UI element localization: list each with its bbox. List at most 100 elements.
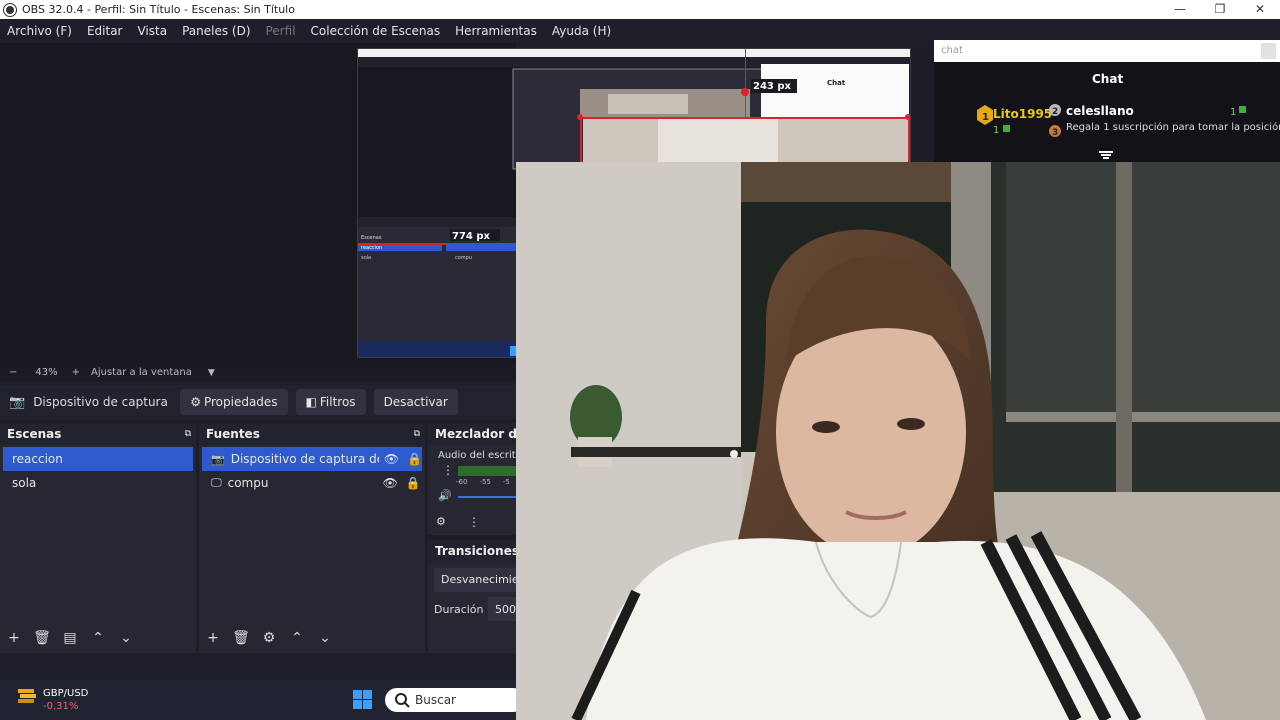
duration-input[interactable]: 500 — [488, 597, 516, 621]
source-settings-icon[interactable]: ⚙ — [255, 630, 283, 646]
tick-label: -5 — [502, 478, 510, 486]
minimize-button[interactable]: — — [1160, 0, 1200, 19]
mixer-title: Mezclador de a — [428, 423, 516, 445]
speaker-icon[interactable]: 🔊 — [438, 489, 452, 502]
source-item-compu[interactable]: 🖵 compu 👁 🔒 — [202, 471, 422, 495]
move-down-icon[interactable]: ⌄ — [112, 630, 140, 646]
chat-title: Chat — [1092, 72, 1123, 86]
lock-icon[interactable]: 🔒 — [406, 476, 421, 490]
scene-item-sola[interactable]: sola — [3, 471, 193, 495]
menu-editar[interactable]: Editar — [80, 24, 131, 38]
advanced-audio-icon[interactable]: ⚙ — [436, 515, 446, 528]
properties-button[interactable]: ⚙ Propiedades — [180, 389, 288, 415]
transition-select[interactable]: Desvanecimien — [434, 568, 516, 592]
undock-icon[interactable]: ⧉ — [414, 429, 420, 439]
deactivate-button[interactable]: Desactivar — [373, 389, 458, 415]
add-scene-icon[interactable]: + — [0, 630, 28, 646]
undock-icon[interactable]: ⧉ — [185, 429, 191, 439]
source-toolbar: 📷 Dispositivo de captura de v ⚙ Propieda… — [0, 385, 516, 419]
zoom-value: 43% — [35, 367, 58, 378]
scenes-footer: + 🗑 ▤ ⌃ ⌄ — [0, 626, 140, 650]
sub-icon-2 — [1239, 106, 1246, 113]
filters-button[interactable]: ◧ Filtros — [295, 389, 366, 415]
scenes-title: Escenas — [7, 427, 62, 441]
lock-icon[interactable]: 🔒 — [407, 452, 422, 466]
duration-label: Duración — [434, 603, 484, 616]
filter-icon: ◧ — [305, 395, 317, 409]
sources-footer: + 🗑 ⚙ ⌃ ⌄ — [199, 626, 339, 650]
filters-label: Filtros — [319, 395, 356, 409]
top-user-count: 1 — [993, 125, 999, 136]
chat-input[interactable]: chat — [934, 40, 1280, 62]
deactivate-label: Desactivar — [383, 395, 448, 409]
status-bar — [0, 655, 516, 677]
zoom-in-button[interactable]: + — [72, 367, 80, 378]
ticker-change: -0,31% — [43, 701, 79, 712]
zoom-bar: − 43% + Ajustar a la ventana ▼ — [0, 363, 516, 382]
move-up-icon[interactable]: ⌃ — [283, 630, 311, 646]
menu-paneles[interactable]: Paneles (D) — [175, 24, 258, 38]
scene-item-reaccion[interactable]: reaccion — [3, 447, 193, 471]
menu-vista[interactable]: Vista — [130, 24, 175, 38]
chat-close-button[interactable] — [1261, 43, 1276, 59]
chat-message: Regala 1 suscripción para tomar la posic… — [1066, 121, 1280, 133]
gear-icon: ⚙ — [190, 395, 201, 409]
top-badge-number: 1 — [982, 112, 989, 123]
mixer-ticks: -60 -55 -5 — [456, 478, 510, 486]
zoom-out-button[interactable]: − — [9, 367, 17, 378]
taskbar: GBP/USD -0,31% Buscar — [0, 680, 516, 720]
move-up-icon[interactable]: ⌃ — [84, 630, 112, 646]
volume-slider[interactable] — [458, 496, 516, 498]
rank-3-number: 3 — [1052, 128, 1058, 138]
webcam-scene — [516, 162, 1280, 720]
mixer-more-icon[interactable]: ⋮ — [468, 515, 480, 529]
windows-start-icon[interactable] — [352, 690, 372, 710]
add-source-icon[interactable]: + — [199, 630, 227, 646]
level-meter — [458, 466, 516, 476]
mixer-panel: Mezclador de a Audio del escritori ⋮ -60… — [428, 423, 516, 535]
source-item-capture[interactable]: 📷 Dispositivo de captura de vide 👁 🔒 — [202, 447, 422, 471]
nested-px-label-top: 243 px — [753, 81, 792, 92]
menu-ayuda[interactable]: Ayuda (H) — [545, 24, 619, 38]
ticker-name[interactable]: GBP/USD — [43, 688, 88, 699]
scene-filters-icon[interactable]: ▤ — [56, 630, 84, 646]
menu-perfil[interactable]: Perfil — [259, 24, 304, 38]
menu-herramientas[interactable]: Herramientas — [448, 24, 545, 38]
nested-chat-title: Chat — [827, 79, 846, 87]
title-bar: OBS 32.0.4 - Perfil: Sin Título - Escena… — [0, 0, 1280, 19]
remove-scene-icon[interactable]: 🗑 — [28, 630, 56, 646]
close-button[interactable]: ✕ — [1240, 0, 1280, 19]
mixer-menu-icon[interactable]: ⋮ — [442, 463, 454, 477]
remove-source-icon[interactable]: 🗑 — [227, 630, 255, 646]
camera-icon: 📷 — [9, 394, 26, 410]
selected-source-label: Dispositivo de captura de v — [33, 395, 168, 409]
window-title: OBS 32.0.4 - Perfil: Sin Título - Escena… — [22, 3, 295, 16]
webcam-overlay — [516, 162, 1280, 720]
scenes-header: Escenas ⧉ — [0, 423, 196, 445]
zoom-fit[interactable]: Ajustar a la ventana — [91, 367, 192, 378]
sources-header: Fuentes ⧉ — [199, 423, 425, 445]
move-down-icon[interactable]: ⌄ — [311, 630, 339, 646]
rank-2-number: 2 — [1052, 107, 1058, 117]
eye-icon[interactable]: 👁 — [383, 476, 398, 490]
monitor-icon: 🖵 — [211, 476, 222, 489]
nested-px-label-side: 774 px — [452, 231, 491, 242]
zoom-dropdown-icon[interactable]: ▼ — [208, 368, 215, 378]
sub-icon — [1003, 125, 1010, 132]
sources-panel: Fuentes ⧉ 📷 Dispositivo de captura de vi… — [199, 423, 425, 653]
menu-archivo[interactable]: Archivo (F) — [0, 24, 80, 38]
camera-icon: 📷 — [211, 452, 225, 466]
tick-label: -60 — [456, 478, 468, 486]
source-label-compu: compu — [227, 476, 269, 490]
obs-logo-icon — [4, 3, 16, 16]
transitions-panel: Transiciones de Desvanecimien Duración 5… — [428, 540, 516, 653]
scenes-panel: Escenas ⧉ reaccion sola + 🗑 ▤ ⌃ ⌄ — [0, 423, 196, 653]
menu-coleccion[interactable]: Colección de Escenas — [304, 24, 449, 38]
taskbar-search[interactable]: Buscar — [415, 693, 456, 707]
eye-icon[interactable]: 👁 — [384, 452, 399, 466]
transitions-title: Transiciones de — [428, 540, 516, 562]
nested-scenes-title: Escenas — [361, 235, 382, 241]
top-user-name: Lito1995 — [993, 107, 1052, 121]
maximize-button[interactable]: ❐ — [1200, 0, 1240, 19]
nested-scene-1: reaccion — [361, 245, 382, 251]
